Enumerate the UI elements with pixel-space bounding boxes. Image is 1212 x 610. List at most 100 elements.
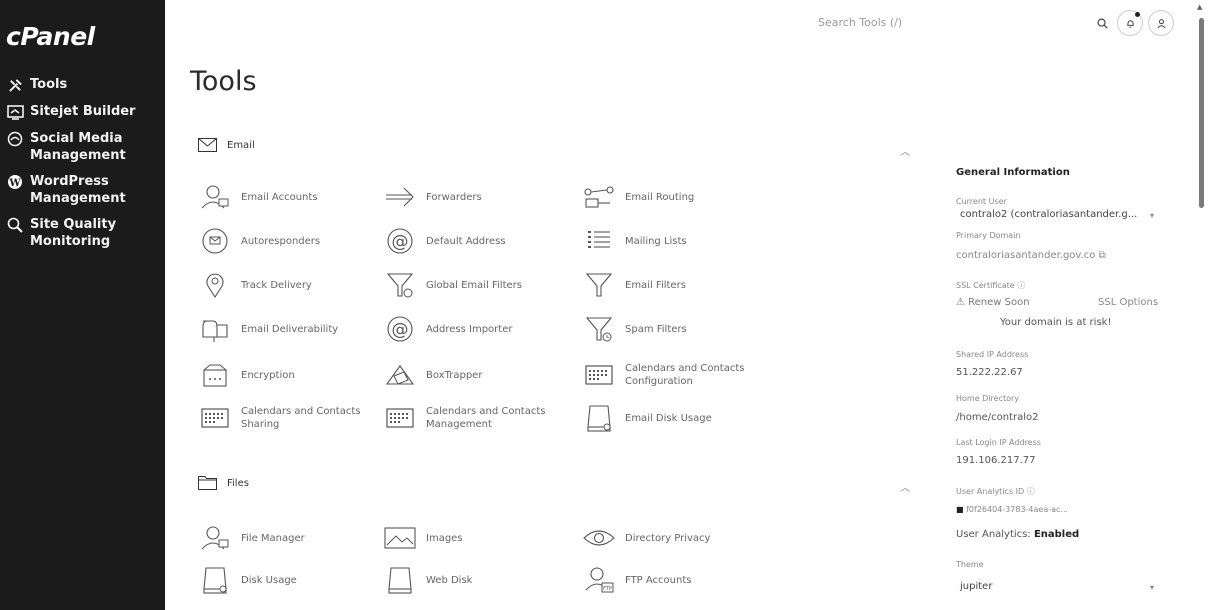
theme-select[interactable]: jupiter bbox=[960, 581, 992, 592]
tool-calendars-contacts-management[interactable]: Calendars and Contacts Management bbox=[383, 403, 576, 433]
notifications-button[interactable] bbox=[1117, 10, 1143, 36]
autoresponder-icon bbox=[198, 226, 232, 256]
notification-dot bbox=[1135, 12, 1140, 17]
sidebar-item-social-media[interactable]: Social Media Management bbox=[0, 130, 165, 164]
ssl-label-text: SSL Certificate bbox=[956, 281, 1015, 290]
sidebar-item-tools[interactable]: Tools bbox=[0, 76, 165, 94]
tool-email-filters[interactable]: Email Filters bbox=[582, 270, 775, 300]
wordpress-icon: W bbox=[6, 173, 24, 191]
calendar-icon bbox=[582, 360, 616, 390]
user-icon bbox=[1156, 18, 1166, 28]
tool-label: Disk Usage bbox=[241, 574, 297, 586]
tool-autoresponders[interactable]: Autoresponders bbox=[198, 226, 391, 256]
home-directory-value: /home/contralo2 bbox=[956, 412, 1039, 423]
mailbox-icon bbox=[198, 314, 232, 344]
calendar-icon bbox=[383, 403, 417, 433]
primary-domain-link[interactable]: contraloriasantander.gov.co ⧉ bbox=[956, 250, 1106, 261]
scrollbar[interactable]: ▲ bbox=[1194, 0, 1208, 610]
quality-icon bbox=[6, 216, 24, 234]
ssl-status: ⚠ Renew Soon bbox=[956, 297, 1030, 308]
search-button[interactable] bbox=[1089, 10, 1115, 36]
primary-domain-value: contraloriasantander.gov.co bbox=[956, 250, 1096, 261]
scroll-up-icon[interactable]: ▲ bbox=[1197, 3, 1202, 11]
search-icon bbox=[1097, 18, 1108, 29]
email-section-header[interactable]: Email bbox=[198, 138, 255, 152]
tool-default-address[interactable]: @ Default Address bbox=[383, 226, 576, 256]
tool-global-email-filters[interactable]: Global Email Filters bbox=[383, 270, 576, 300]
tool-label: Mailing Lists bbox=[625, 235, 687, 247]
location-pin-icon bbox=[198, 270, 232, 300]
tool-track-delivery[interactable]: Track Delivery bbox=[198, 270, 391, 300]
chevron-up-icon[interactable]: ︿ bbox=[900, 143, 910, 158]
routing-icon bbox=[582, 182, 616, 212]
tool-email-accounts[interactable]: Email Accounts bbox=[198, 182, 391, 212]
section-title: Files bbox=[227, 477, 249, 489]
tool-email-deliverability[interactable]: Email Deliverability bbox=[198, 314, 391, 344]
user-menu-button[interactable] bbox=[1148, 10, 1174, 36]
tool-forwarders[interactable]: Forwarders bbox=[383, 182, 576, 212]
files-section-header[interactable]: Files bbox=[198, 476, 249, 490]
svg-text:@: @ bbox=[392, 320, 409, 340]
warning-icon: ⚠ bbox=[956, 297, 965, 308]
external-link-icon: ⧉ bbox=[1098, 250, 1106, 261]
tool-images[interactable]: Images bbox=[383, 523, 576, 553]
tool-address-importer[interactable]: @ Address Importer bbox=[383, 314, 576, 344]
page-title: Tools bbox=[190, 66, 257, 97]
sidebar-item-label: Tools bbox=[30, 77, 68, 92]
tool-email-routing[interactable]: Email Routing bbox=[582, 182, 775, 212]
tool-label: Encryption bbox=[241, 369, 295, 381]
analytics-id-value: ■ f0f26404-3783-4aea-ac... bbox=[956, 505, 1068, 514]
tool-label: Images bbox=[426, 532, 463, 544]
tool-web-disk[interactable]: Web Disk bbox=[383, 565, 576, 595]
tool-spam-filters[interactable]: Spam Filters bbox=[582, 314, 775, 344]
builder-icon bbox=[6, 103, 24, 121]
scrollbar-thumb[interactable] bbox=[1199, 18, 1204, 208]
tool-label: Address Importer bbox=[426, 323, 513, 335]
chevron-up-icon[interactable]: ︿ bbox=[900, 479, 910, 494]
current-user-select[interactable]: contralo2 (contraloriasantander.g... bbox=[960, 209, 1137, 220]
envelope-icon bbox=[198, 138, 217, 152]
sidebar-nav: Tools Sitejet Builder Social Media Manag… bbox=[0, 76, 165, 259]
calendar-icon bbox=[198, 403, 232, 433]
ssl-options-link[interactable]: SSL Options bbox=[1098, 297, 1158, 308]
sidebar-item-wordpress[interactable]: W WordPress Management bbox=[0, 173, 165, 207]
tool-email-disk-usage[interactable]: Email Disk Usage bbox=[582, 403, 775, 433]
ftp-user-icon: FTP bbox=[582, 565, 616, 595]
chevron-down-icon[interactable]: ▾ bbox=[1150, 583, 1154, 592]
sidebar-item-site-quality[interactable]: Site Quality Monitoring bbox=[0, 216, 165, 250]
help-icon[interactable]: ⓘ bbox=[1017, 281, 1025, 290]
tool-label: Email Deliverability bbox=[241, 323, 339, 335]
social-icon bbox=[6, 130, 24, 148]
user-accounts-icon bbox=[198, 523, 232, 553]
tool-file-manager[interactable]: File Manager bbox=[198, 523, 391, 553]
list-icon bbox=[582, 226, 616, 256]
disk-icon bbox=[383, 565, 417, 595]
disk-icon bbox=[198, 565, 232, 595]
chevron-down-icon[interactable]: ▾ bbox=[1150, 211, 1154, 220]
tool-label: Calendars and Contacts Management bbox=[426, 406, 546, 430]
home-directory-label: Home Directory bbox=[956, 394, 1020, 403]
tool-encryption[interactable]: Encryption bbox=[198, 360, 391, 390]
tool-label: File Manager bbox=[241, 532, 305, 544]
tool-calendars-contacts-config[interactable]: Calendars and Contacts Configuration bbox=[582, 360, 775, 390]
cpanel-logo[interactable]: cPanel bbox=[6, 22, 95, 51]
boxtrapper-icon bbox=[383, 360, 417, 390]
tool-boxtrapper[interactable]: BoxTrapper bbox=[383, 360, 576, 390]
tool-directory-privacy[interactable]: Directory Privacy bbox=[582, 523, 775, 553]
help-icon[interactable]: ⓘ bbox=[1027, 487, 1035, 496]
tool-calendars-contacts-sharing[interactable]: Calendars and Contacts Sharing bbox=[198, 403, 391, 433]
tool-ftp-accounts[interactable]: FTP FTP Accounts bbox=[582, 565, 775, 595]
sidebar: cPanel Tools Sitejet Builder Social Medi… bbox=[0, 0, 165, 610]
copy-icon[interactable]: ■ bbox=[956, 505, 964, 514]
at-sign-icon: @ bbox=[383, 226, 417, 256]
eye-icon bbox=[582, 523, 616, 553]
tool-label: Spam Filters bbox=[625, 323, 687, 335]
search-input[interactable]: Search Tools (/) bbox=[818, 16, 902, 29]
tool-label: Web Disk bbox=[426, 574, 473, 586]
sidebar-item-sitejet[interactable]: Sitejet Builder bbox=[0, 103, 165, 121]
tool-label: BoxTrapper bbox=[426, 369, 483, 381]
tool-disk-usage[interactable]: Disk Usage bbox=[198, 565, 391, 595]
sidebar-item-label: Site Quality Monitoring bbox=[30, 217, 117, 249]
tool-mailing-lists[interactable]: Mailing Lists bbox=[582, 226, 775, 256]
funnel-globe-icon bbox=[383, 270, 417, 300]
